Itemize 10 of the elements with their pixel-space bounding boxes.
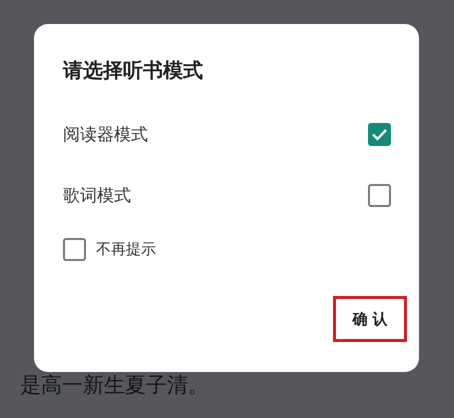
confirm-button[interactable]: 确 认 <box>333 296 407 342</box>
checkbox-label: 不再提示 <box>96 240 156 258</box>
checkbox[interactable] <box>63 238 86 260</box>
check-icon <box>371 128 388 141</box>
checkbox[interactable] <box>368 123 391 146</box>
option-label: 歌词模式 <box>63 185 131 207</box>
story-text: 是高一新生夏子清。 <box>20 372 209 399</box>
dialog-title: 请选择听书模式 <box>63 57 204 84</box>
option-label: 阅读器模式 <box>63 124 148 146</box>
checkbox[interactable] <box>368 184 391 207</box>
